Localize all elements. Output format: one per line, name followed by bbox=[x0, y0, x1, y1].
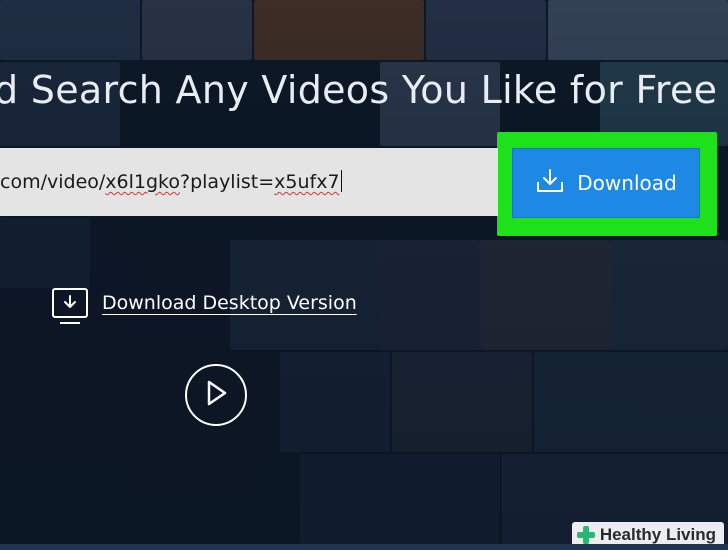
download-button[interactable]: Download bbox=[512, 148, 700, 218]
text-caret bbox=[340, 170, 342, 192]
download-tray-icon bbox=[535, 168, 565, 199]
url-input-value[interactable]: com/video/x6l1gko?playlist=x5ufx7 bbox=[0, 170, 342, 193]
page-headline: d Search Any Videos You Like for Free bbox=[0, 68, 718, 112]
url-input-field[interactable]: com/video/x6l1gko?playlist=x5ufx7 bbox=[0, 148, 498, 216]
taskbar-strip bbox=[0, 544, 728, 550]
watermark-label: Healthy Living bbox=[599, 525, 716, 544]
download-button-label: Download bbox=[577, 171, 677, 195]
download-desktop-link[interactable]: Download Desktop Version bbox=[52, 288, 357, 324]
play-button[interactable] bbox=[185, 364, 247, 426]
play-icon bbox=[203, 379, 229, 411]
download-desktop-label: Download Desktop Version bbox=[102, 292, 357, 314]
plus-cross-icon bbox=[576, 525, 596, 545]
monitor-download-icon bbox=[52, 288, 88, 324]
